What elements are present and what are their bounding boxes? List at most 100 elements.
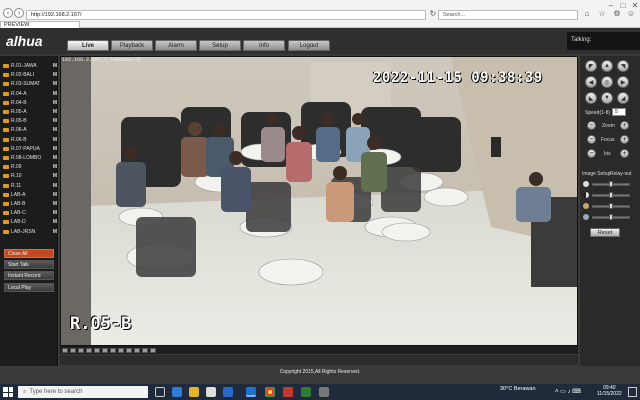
zoom-out-button[interactable]: − [587, 121, 596, 130]
camera-item[interactable]: R.04-A M [3, 90, 57, 98]
camera-item[interactable]: LAB-C M [3, 209, 57, 217]
camera-item[interactable]: R.02-BALI M [3, 71, 57, 79]
tab-alarm[interactable]: Alarm [155, 40, 197, 51]
tab-live[interactable]: Live [67, 40, 109, 51]
file-explorer-icon[interactable] [189, 387, 199, 397]
start-talk-button[interactable]: Start Talk [4, 260, 54, 269]
camera-stream-toggle[interactable]: M [53, 81, 57, 87]
saturation-knob[interactable] [609, 203, 613, 209]
split-16-icon[interactable] [94, 347, 100, 353]
hue-knob[interactable] [609, 214, 613, 220]
close-icon[interactable]: ✕ [630, 0, 640, 10]
camera-stream-toggle[interactable]: M [53, 173, 57, 179]
camera-stream-toggle[interactable]: M [53, 219, 57, 225]
tab-playback[interactable]: Playback [111, 40, 153, 51]
app-icon-gray[interactable] [319, 387, 329, 397]
relay-out-tab[interactable]: Relay-out [610, 171, 631, 177]
store-icon[interactable] [206, 387, 216, 397]
task-view-icon[interactable] [155, 387, 165, 397]
camera-item[interactable]: R.06-A M [3, 126, 57, 134]
close-all-button[interactable]: Close All [4, 249, 54, 258]
camera-item[interactable]: R.07-PAPUA M [3, 145, 57, 153]
camera-item[interactable]: R.10 M [3, 172, 57, 180]
camera-stream-toggle[interactable]: M [53, 137, 57, 143]
audio-icon[interactable] [142, 347, 148, 353]
ptz-up-icon[interactable]: ▲ [601, 60, 613, 72]
snapshot-icon[interactable] [126, 347, 132, 353]
camera-stream-toggle[interactable]: M [53, 127, 57, 133]
ptz-right-icon[interactable]: ▶ [617, 76, 629, 88]
app-icon-red[interactable] [283, 387, 293, 397]
chrome-icon[interactable] [265, 387, 275, 397]
camera-item[interactable]: R.04-B M [3, 99, 57, 107]
camera-item[interactable]: LAB-D M [3, 218, 57, 226]
camera-stream-toggle[interactable]: M [53, 210, 57, 216]
record-icon[interactable] [134, 347, 140, 353]
tab-logout[interactable]: Logout [288, 40, 330, 51]
maximize-icon[interactable]: □ [618, 0, 628, 10]
split-custom-icon[interactable] [102, 347, 108, 353]
ptz-down-left-icon[interactable]: ◣ [585, 92, 597, 104]
camera-item[interactable]: R.05-A M [3, 108, 57, 116]
ptz-auto-icon[interactable]: ◎ [601, 76, 613, 88]
contrast-knob[interactable] [609, 192, 613, 198]
ptz-up-left-icon[interactable]: ◤ [585, 60, 597, 72]
camera-stream-toggle[interactable]: M [53, 229, 57, 235]
edge-icon[interactable] [172, 387, 182, 397]
forward-button[interactable]: › [14, 8, 24, 18]
refresh-icon[interactable]: ↻ [428, 8, 438, 18]
minimize-icon[interactable]: – [606, 0, 616, 10]
camera-stream-toggle[interactable]: M [53, 183, 57, 189]
split-9-icon[interactable] [86, 347, 92, 353]
image-setup-tab[interactable]: Image Setup [582, 171, 610, 177]
zoom-in-button[interactable]: + [620, 121, 629, 130]
hue-slider[interactable] [592, 214, 630, 220]
camera-item[interactable]: R.05-B M [3, 117, 57, 125]
camera-stream-toggle[interactable]: M [53, 118, 57, 124]
fullscreen-icon[interactable] [62, 347, 68, 353]
ptz-left-icon[interactable]: ◀ [585, 76, 597, 88]
camera-stream-toggle[interactable]: M [53, 192, 57, 198]
internet-explorer-icon[interactable] [246, 387, 256, 397]
iris-open-button[interactable]: + [620, 149, 629, 158]
split-1-icon[interactable] [70, 347, 76, 353]
stream-icon[interactable] [118, 347, 124, 353]
instant-record-button[interactable]: Instant Record [4, 271, 54, 280]
camera-stream-toggle[interactable]: M [53, 100, 57, 106]
camera-stream-toggle[interactable]: M [53, 155, 57, 161]
camera-item[interactable]: R.09 M [3, 163, 57, 171]
camera-item[interactable]: LAB-A M [3, 191, 57, 199]
contrast-slider[interactable] [592, 192, 630, 198]
tab-setup[interactable]: Setup [199, 40, 241, 51]
camera-stream-toggle[interactable]: M [53, 146, 57, 152]
speed-select[interactable]: 5 [612, 108, 626, 116]
browser-search-input[interactable]: Search... [438, 10, 578, 20]
camera-item[interactable]: R.06-B M [3, 136, 57, 144]
weather-widget[interactable]: 30°C Berawan [500, 386, 536, 392]
focus-out-button[interactable]: − [587, 135, 596, 144]
camera-item[interactable]: LAB-JRSN M [3, 228, 57, 236]
taskbar-search[interactable]: ⌕ Type here to search [18, 386, 148, 398]
local-play-button[interactable]: Local Play [4, 283, 54, 292]
app-icon-green[interactable] [301, 387, 311, 397]
mail-icon[interactable] [223, 387, 233, 397]
focus-in-button[interactable]: + [620, 135, 629, 144]
camera-stream-toggle[interactable]: M [53, 164, 57, 170]
live-video-feed[interactable] [60, 56, 578, 346]
camera-stream-toggle[interactable]: M [53, 201, 57, 207]
split-4-icon[interactable] [78, 347, 84, 353]
camera-stream-toggle[interactable]: M [53, 91, 57, 97]
address-bar[interactable]: http://192.168.2.167/ [26, 10, 426, 20]
ptz-up-right-icon[interactable]: ◥ [617, 60, 629, 72]
home-icon[interactable]: ⌂ [582, 8, 592, 18]
tab-info[interactable]: Info [243, 40, 285, 51]
brightness-knob[interactable] [609, 181, 613, 187]
back-button[interactable]: ‹ [3, 8, 13, 18]
camera-item[interactable]: R.08-LOMBO M [3, 154, 57, 162]
ptz-down-icon[interactable]: ▼ [601, 92, 613, 104]
camera-stream-toggle[interactable]: M [53, 72, 57, 78]
notifications-icon[interactable] [628, 387, 637, 397]
camera-item[interactable]: R.11 M [3, 182, 57, 190]
camera-item[interactable]: LAB-B M [3, 200, 57, 208]
camera-item[interactable]: R.01-JAWA M [3, 62, 57, 70]
